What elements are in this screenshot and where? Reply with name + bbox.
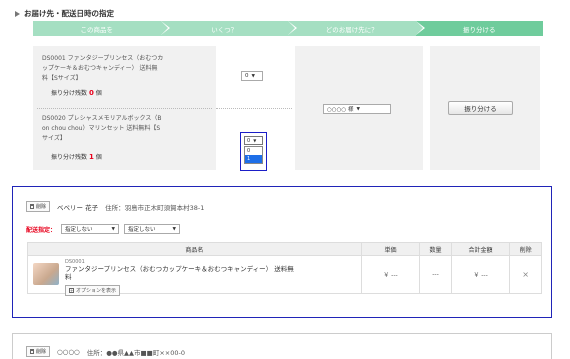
step-product: この商品を (33, 21, 170, 36)
quantity-option-1[interactable]: 1 (245, 155, 262, 163)
show-options-button[interactable]: + オプションを表示 (65, 285, 121, 296)
quantity-options-list: 0 1 (244, 146, 263, 164)
col-remove: 削除 (509, 242, 542, 256)
destination-select[interactable]: ○○○○ 様 ▼ (323, 104, 391, 114)
item-name: ファンタジープリンセス（おむつカップケーキ＆おむつキャンディー） 送料無料 (65, 265, 294, 281)
chevron-down-icon: ▼ (251, 73, 255, 79)
delivery-date-select[interactable]: 指定しない ▼ (61, 224, 120, 234)
item-total: ￥ --- (450, 255, 511, 294)
table-row: DS0001 ファンタジープリンセス（おむつカップケーキ＆おむつキャンディー） … (27, 255, 542, 296)
recipient-name: ○○○○ (57, 347, 80, 356)
delivery-card: 削除 ベベリー 花子 住所：羽島市正木町須賀本村38-1 配送指定： 指定しない… (12, 186, 552, 318)
quantity-option-0[interactable]: 0 (245, 147, 262, 155)
product-thumbnail (33, 263, 59, 285)
col-total: 合計金額 (450, 242, 511, 256)
quantity-select-1[interactable]: 0 ▼ (241, 71, 263, 81)
remaining-count-1: 振り分け残数 0 個 (51, 89, 102, 97)
allocate-button[interactable]: 振り分ける (448, 101, 513, 115)
product-name-1: DS0001 ファンタジープリンセス（おむつカ ップケーキ＆おむつキャンディー）… (42, 55, 164, 82)
remove-item-button[interactable]: × (509, 255, 542, 294)
col-product-name: 商品名 (27, 242, 362, 256)
item-quantity: --- (419, 255, 452, 294)
remaining-count-2: 振り分け残数 1 個 (51, 153, 102, 161)
product-name-2: DS0020 プレシャスメモリアルボックス（B on chou chou）マリン… (42, 115, 162, 142)
step-destination: どのお届け先に？ (288, 21, 425, 36)
section-title: お届け先・配送日時の指定 (15, 8, 114, 19)
delivery-time-select[interactable]: 指定しない ▼ (124, 224, 181, 234)
quantity-divider (216, 108, 292, 109)
quantity-select-2-value[interactable]: 0 ▼ (244, 136, 263, 145)
triangle-right-icon (15, 10, 20, 17)
chevron-down-icon: ▼ (172, 226, 177, 232)
plus-icon: + (69, 288, 74, 293)
item-unit-price: ￥ --- (360, 255, 421, 294)
item-cell: DS0001 ファンタジープリンセス（おむつカップケーキ＆おむつキャンディー） … (27, 255, 362, 296)
items-table: 商品名 単価 数量 合計金額 削除 DS0001 ファンタジープリンセス（おむつ… (27, 242, 542, 296)
table-header-row: 商品名 単価 数量 合計金額 削除 (27, 242, 542, 256)
quantity-select-2[interactable]: 0 ▼ 0 1 (240, 132, 267, 171)
product-divider (37, 108, 212, 109)
step-quantity: いくつ？ (160, 21, 297, 36)
delivery-card: 削除 ○○○○ 住所：●●県▲▲市■■町××00-0 (12, 333, 552, 359)
step-allocate: 振り分ける (415, 21, 543, 36)
recipient-name: ベベリー 花子 (57, 203, 99, 212)
delete-address-button[interactable]: 削除 (26, 201, 51, 212)
chevron-down-icon: ▼ (356, 106, 360, 112)
address: 住所：羽島市正木町須賀本村38-1 (105, 203, 205, 212)
trash-icon (30, 204, 34, 209)
trash-icon (30, 349, 34, 354)
shipping-options: 配送指定： 指定しない ▼ 指定しない ▼ (26, 224, 181, 234)
delete-address-button[interactable]: 削除 (26, 346, 51, 357)
address: 住所：●●県▲▲市■■町××00-0 (86, 348, 185, 357)
chevron-down-icon: ▼ (111, 226, 116, 232)
card-header: 削除 ○○○○ 住所：●●県▲▲市■■町××00-0 (26, 346, 185, 357)
chevron-down-icon: ▼ (253, 138, 257, 143)
col-unit-price: 単価 (360, 242, 421, 256)
col-quantity: 数量 (419, 242, 452, 256)
card-header: 削除 ベベリー 花子 住所：羽島市正木町須賀本村38-1 (26, 201, 204, 212)
step-header: この商品を いくつ？ どのお届け先に？ 振り分ける (33, 21, 543, 36)
